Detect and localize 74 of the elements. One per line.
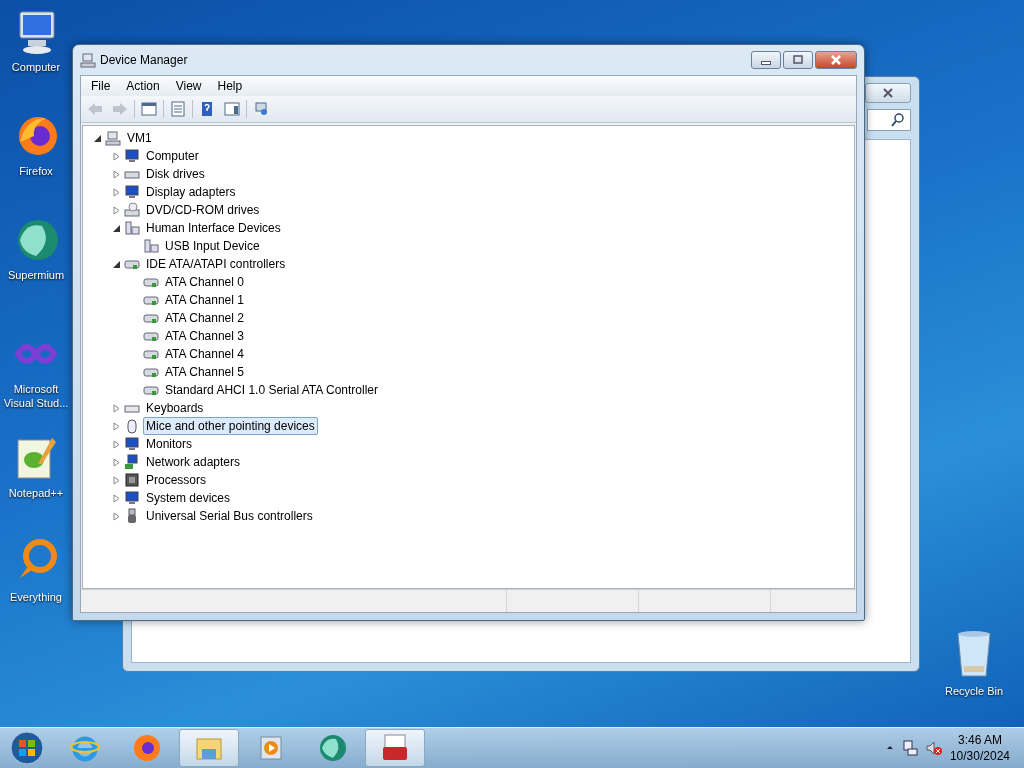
minimize-button[interactable] [751,51,781,69]
expand-icon[interactable] [112,475,121,485]
tree-item[interactable]: Disk drives [143,165,208,183]
tree-item[interactable]: IDE ATA/ATAPI controllers [143,255,289,273]
expand-icon[interactable] [112,511,121,521]
monitor-icon [124,184,140,200]
tree-item[interactable]: Computer [143,147,202,165]
tree-item[interactable]: Keyboards [143,399,207,417]
tree-item[interactable]: Network adapters [143,453,244,471]
expand-icon[interactable] [112,403,121,413]
firefox-icon [132,733,162,763]
close-button[interactable] [865,83,911,103]
clock[interactable]: 3:46 AM 10/30/2024 [949,732,1010,764]
tree-item[interactable]: Universal Serial Bus controllers [143,507,316,525]
tree-item[interactable]: System devices [143,489,234,507]
taskbar-button[interactable] [179,729,239,767]
trash-bin-icon[interactable] [954,630,994,678]
tree-item[interactable]: ATA Channel 1 [162,291,247,309]
tree-item[interactable]: Processors [143,471,210,489]
device-icon [143,238,159,254]
chip-icon [124,472,140,488]
computer-network-icon [80,52,96,68]
tree-item[interactable]: ATA Channel 0 [162,273,247,291]
tree-item[interactable]: Monitors [143,435,195,453]
menu-item[interactable]: Help [209,77,251,95]
tree-item[interactable]: Standard AHCI 1.0 Serial ATA Controller [162,381,381,399]
menu-item[interactable]: View [167,77,210,95]
search-icon [890,112,906,128]
desktop-icon-label[interactable]: Microsoft Visual Stud... [1,382,71,410]
desktop-icon-label[interactable]: Supermium [7,268,65,282]
desktop-icon-label[interactable]: Firefox [19,164,53,178]
tree-item[interactable]: ATA Channel 2 [162,309,247,327]
search-field[interactable] [867,109,911,131]
expand-icon[interactable] [112,187,121,197]
collapse-icon[interactable] [93,133,102,143]
menu-item[interactable]: File [83,77,119,95]
desktop-icon-label[interactable]: Computer [11,60,61,74]
expand-icon[interactable] [112,421,121,431]
maximize-button[interactable] [783,51,813,69]
desktop-icon-label[interactable]: Everything [10,590,62,604]
network-icon [124,454,140,470]
tree-item[interactable]: ATA Channel 3 [162,327,247,345]
desktop-icon-label[interactable]: Recycle Bin [944,684,1004,698]
monitor-icon [124,436,140,452]
expand-icon[interactable] [112,493,121,503]
expand-icon[interactable] [112,151,121,161]
window-title: Device Manager [100,53,189,67]
tree-item[interactable]: ATA Channel 5 [162,363,247,381]
globe-leaf-icon [318,733,348,763]
monitor-icon [124,490,140,506]
tree-item[interactable]: Mice and other pointing devices [143,417,318,435]
close-button[interactable] [815,51,857,69]
monitor-icon [124,148,140,164]
tree-item[interactable]: Display adapters [143,183,239,201]
expand-icon[interactable] [112,205,121,215]
menu-item[interactable]: Action [118,77,168,95]
expand-icon[interactable] [112,169,121,179]
tree-item[interactable]: Human Interface Devices [143,219,284,237]
tree-item[interactable]: DVD/CD-ROM drives [143,201,263,219]
desktop-icon-label[interactable]: Notepad++ [8,486,64,500]
device-icon [124,220,140,236]
speaker-muted-icon[interactable] [925,740,942,756]
minimize-icon [761,61,771,65]
expand-icon[interactable] [112,457,121,467]
tree-item[interactable]: ATA Channel 4 [162,345,247,363]
computer-network-icon [105,130,121,146]
network-icon[interactable] [901,740,918,756]
tree-item[interactable]: VM1 [124,129,155,147]
taskbar-button[interactable] [365,729,425,767]
toolbox-icon [380,733,410,763]
disc-drive-icon [124,202,140,218]
expand-icon[interactable] [112,439,121,449]
mouse-icon [124,418,140,434]
tree-item[interactable]: USB Input Device [162,237,263,255]
